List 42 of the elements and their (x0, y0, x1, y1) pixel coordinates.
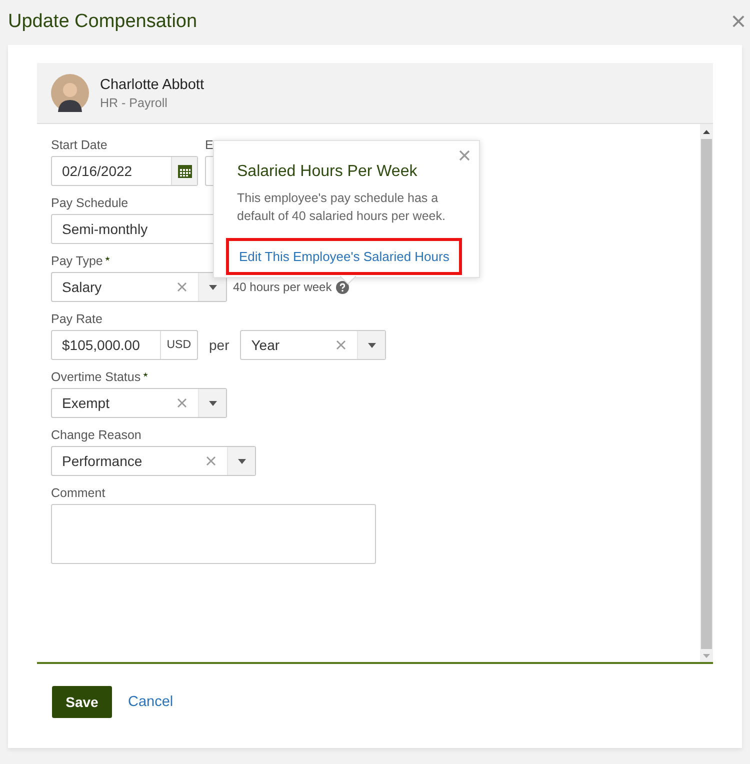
pay-rate-field[interactable]: $105,000.00 USD (51, 330, 198, 360)
field-label: Change Reason (51, 428, 142, 442)
caret-icon (208, 284, 216, 290)
calendar-button[interactable] (171, 157, 197, 185)
field-label: Pay Type (51, 254, 103, 268)
employee-name: Charlotte Abbott (100, 76, 204, 92)
help-icon[interactable] (336, 280, 349, 294)
field-label: Start Date (51, 138, 108, 152)
date-field[interactable]: 02/16/2022 (51, 156, 198, 186)
scroll-up-icon[interactable] (703, 130, 710, 134)
caret-icon (208, 400, 216, 406)
select-field[interactable]: Year (240, 330, 386, 360)
field-label: Comment (51, 486, 106, 500)
cancel-link[interactable]: Cancel (128, 694, 174, 710)
caret-icon (238, 458, 246, 464)
close-icon[interactable] (459, 150, 470, 161)
field-label: Overtime Status (51, 370, 141, 384)
caret-icon (368, 342, 376, 348)
scroll-down-icon[interactable] (703, 654, 710, 658)
scrollbar[interactable] (700, 124, 713, 662)
currency-label: USD (160, 331, 197, 359)
employee-department: HR - Payroll (100, 96, 168, 110)
calendar-icon (178, 164, 192, 178)
field-label: E (205, 138, 214, 152)
popover-title: Salaried Hours Per Week (237, 163, 418, 181)
select-field[interactable]: Exempt (51, 388, 227, 418)
scroll-thumb[interactable] (701, 139, 712, 649)
clear-icon[interactable] (177, 282, 187, 292)
save-button[interactable]: Save (52, 686, 112, 718)
select-field[interactable]: Performance (51, 446, 256, 476)
field-label: Pay Rate (51, 312, 102, 326)
avatar-icon (51, 74, 89, 112)
dialog-title: Update Compensation (8, 10, 198, 32)
clear-icon[interactable] (177, 398, 187, 408)
clear-icon[interactable] (336, 340, 346, 350)
per-label: per (209, 337, 230, 353)
clear-icon[interactable] (206, 456, 216, 466)
select-field[interactable]: Salary (51, 272, 227, 302)
edit-hours-link[interactable]: Edit This Employee's Salaried Hours (226, 238, 462, 275)
hours-note: 40 hours per week (233, 280, 332, 294)
comment-field[interactable] (51, 504, 376, 564)
field-label: Pay Schedule (51, 196, 128, 210)
